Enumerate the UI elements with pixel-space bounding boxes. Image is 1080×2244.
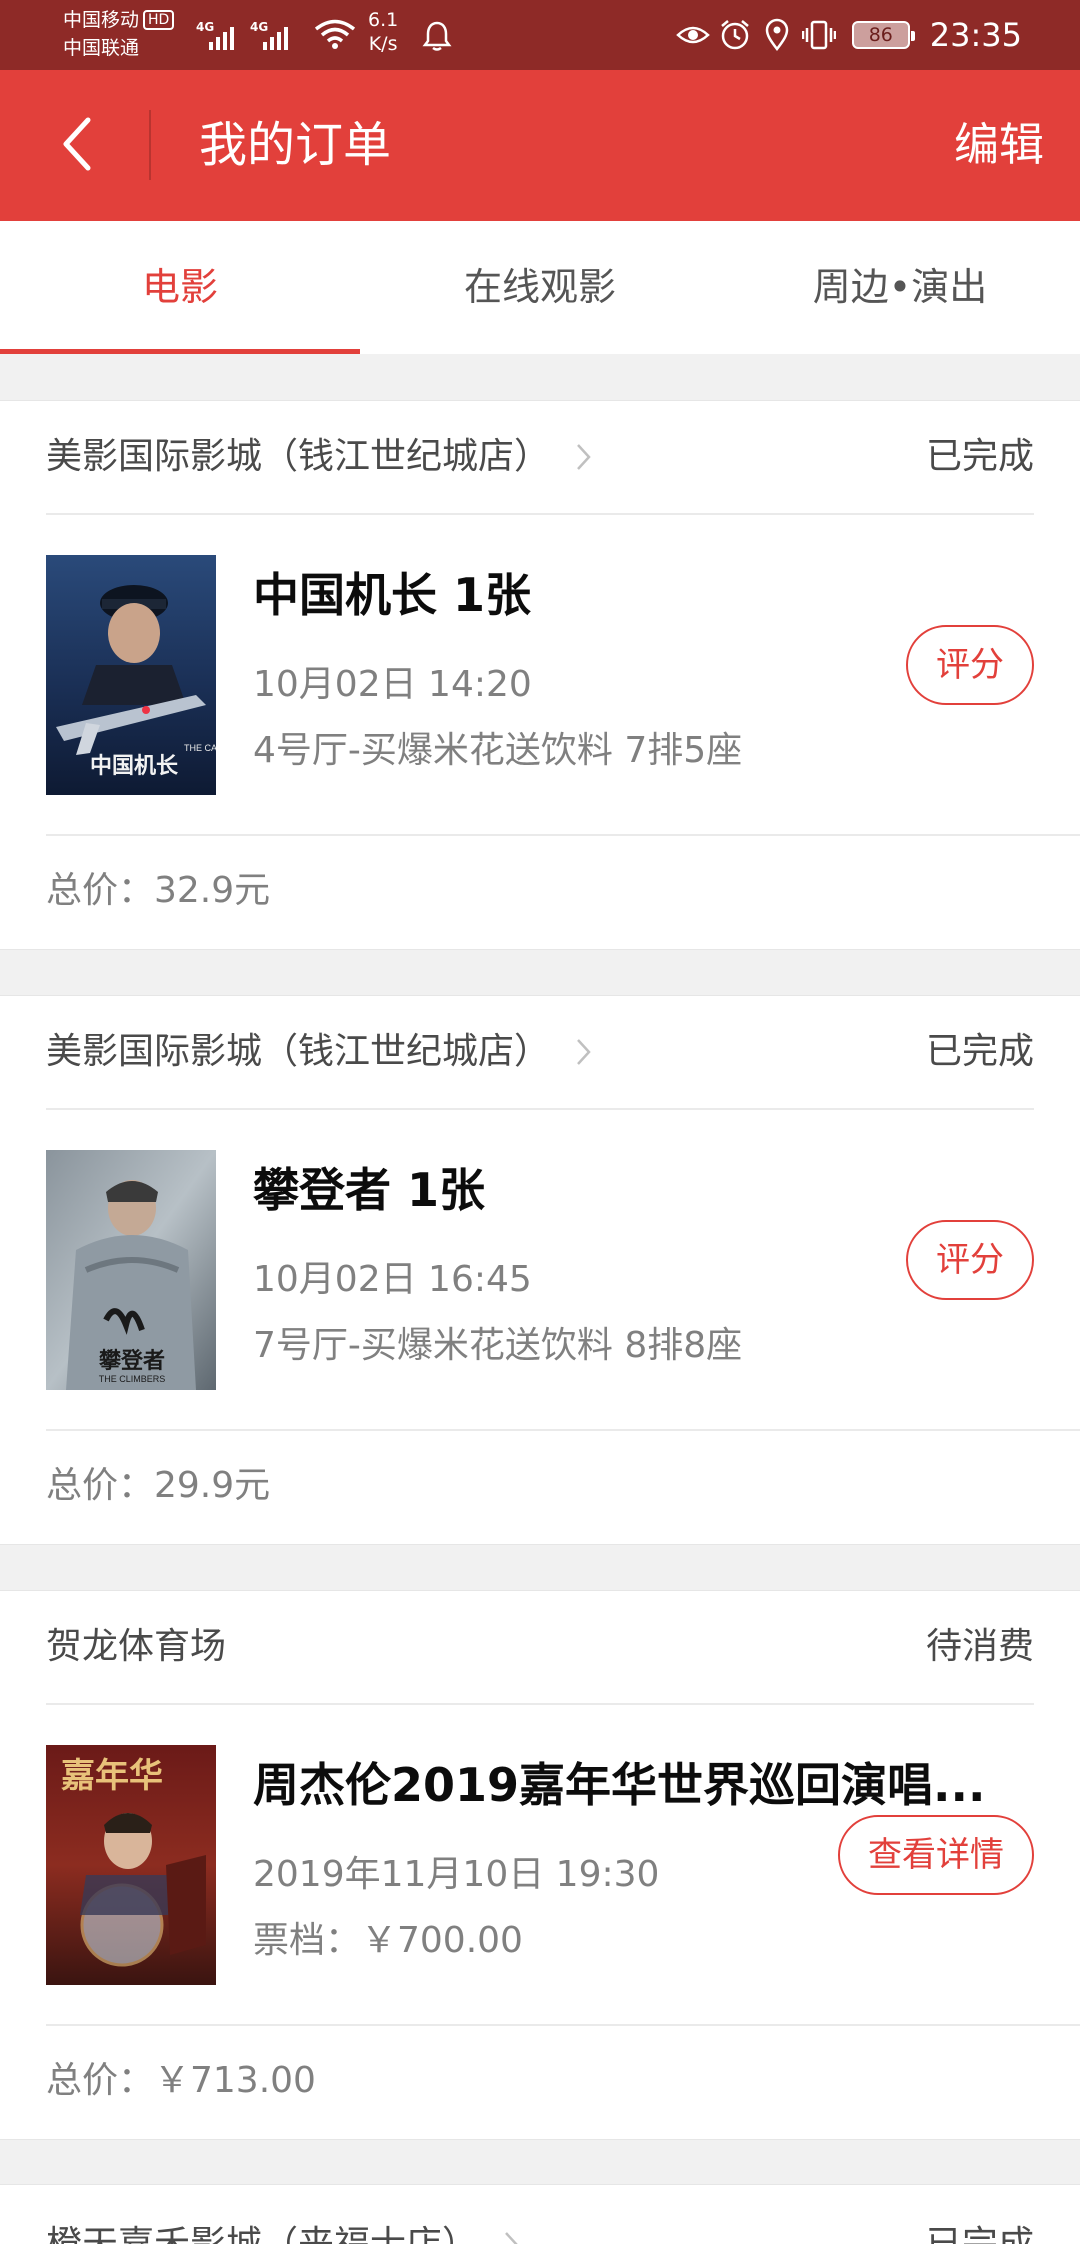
- app-header: 我的订单 编辑: [0, 70, 1080, 221]
- notification-icon: [422, 21, 452, 51]
- cinema-link[interactable]: 美影国际影城（钱江世纪城店）: [46, 429, 592, 485]
- chevron-right-icon: [577, 1039, 591, 1065]
- cinema-name: 美影国际影城（钱江世纪城店）: [46, 1031, 551, 1072]
- seat-info: 7号厅-买爆米花送饮料 8排8座: [253, 1325, 743, 1366]
- poster-title-cn: 攀登者: [98, 1349, 165, 1374]
- order-header: 美影国际影城（钱江世纪城店） 已完成: [46, 996, 1034, 1110]
- chevron-left-icon: [63, 117, 91, 171]
- divider: [46, 2024, 1080, 2026]
- cinema-link[interactable]: 美影国际影城（钱江世纪城店）: [46, 1024, 592, 1080]
- chevron-right-icon: [505, 2232, 518, 2244]
- battery-icon: 86: [851, 21, 915, 49]
- order-title[interactable]: 周杰伦2019嘉年华世界巡回演唱...: [253, 1753, 985, 1817]
- cinema-link[interactable]: 橙天嘉禾影城（来福士店）: [46, 2217, 520, 2244]
- venue-name: 贺龙体育场: [46, 1626, 227, 1667]
- tab-movie[interactable]: 电影: [0, 221, 360, 354]
- alarm-icon: [720, 20, 749, 50]
- order-header: 美影国际影城（钱江世纪城店） 已完成: [46, 401, 1034, 515]
- carrier-info: 中国移动 HD 中国联通: [63, 6, 175, 62]
- status-bar: 中国移动 HD 中国联通 4G 4G 6.1 K/s 86 23:35: [0, 0, 1080, 70]
- order-card[interactable]: 橙天嘉禾影城（来福士店） 已完成: [0, 2184, 1080, 2244]
- order-status: 已完成: [925, 436, 1034, 477]
- total-price: 总价：29.9元: [46, 1465, 271, 1506]
- eye-icon: [675, 26, 710, 44]
- poster-image: 嘉年华: [46, 1745, 216, 1985]
- view-details-button[interactable]: 查看详情: [838, 1815, 1034, 1895]
- network-speed: 6.1 K/s: [368, 8, 398, 56]
- clock: 23:35: [929, 16, 1022, 54]
- showtime: 10月02日 16:45: [253, 1259, 532, 1300]
- speed-unit: K/s: [368, 33, 398, 55]
- divider: [46, 834, 1080, 836]
- poster-image: THE CAPTAIN 中国机长: [46, 555, 216, 795]
- order-title[interactable]: 攀登者 1张: [253, 1158, 485, 1222]
- signal-icon: 4G: [250, 20, 288, 54]
- wifi-icon: [314, 19, 356, 49]
- order-header: 贺龙体育场 待消费: [46, 1591, 1034, 1705]
- tab-online-viewing[interactable]: 在线观影: [360, 221, 720, 354]
- movie-poster[interactable]: 攀登者 THE CLIMBERS: [46, 1150, 216, 1390]
- poster-image: 攀登者 THE CLIMBERS: [46, 1150, 216, 1390]
- total-price: 总价：32.9元: [46, 870, 271, 911]
- signal-icon: 4G: [196, 20, 234, 54]
- signal-icons: 4G 4G: [196, 14, 288, 54]
- carrier-1: 中国移动: [63, 9, 140, 31]
- header-divider: [149, 110, 151, 180]
- poster-title-en: THE CAPTAIN: [184, 743, 216, 753]
- order-status: 待消费: [925, 1626, 1034, 1667]
- vibrate-icon: [801, 20, 836, 50]
- ticket-tier: 票档：￥700.00: [253, 1920, 523, 1961]
- cinema-name: 橙天嘉禾影城（来福士店）: [46, 2217, 478, 2244]
- order-status: 已完成: [925, 1031, 1034, 1072]
- edit-button[interactable]: 编辑: [954, 116, 1044, 174]
- speed-value: 6.1: [368, 9, 399, 31]
- order-card[interactable]: 美影国际影城（钱江世纪城店） 已完成 攀登者 THE CLIMBERS 攀登者 …: [0, 995, 1080, 1545]
- page-title: 我的订单: [199, 117, 392, 173]
- movie-poster[interactable]: THE CAPTAIN 中国机长: [46, 555, 216, 795]
- rate-button[interactable]: 评分: [906, 625, 1034, 705]
- divider: [46, 1429, 1080, 1431]
- cinema-name: 美影国际影城（钱江世纪城店）: [46, 436, 551, 477]
- poster-title-cn: 中国机长: [90, 754, 179, 779]
- tab-merch-shows[interactable]: 周边•演出: [720, 221, 1080, 354]
- seat-info: 4号厅-买爆米花送饮料 7排5座: [253, 730, 743, 771]
- chevron-right-icon: [577, 444, 591, 470]
- showtime: 2019年11月10日 19:30: [253, 1854, 660, 1895]
- order-title[interactable]: 中国机长 1张: [253, 563, 531, 627]
- poster-title-en: THE CLIMBERS: [99, 1374, 166, 1384]
- hd-badge: HD: [143, 10, 175, 30]
- order-status: 已完成: [926, 2217, 1034, 2244]
- order-header: 橙天嘉禾影城（来福士店） 已完成: [46, 2185, 1034, 2244]
- total-price: 总价：￥713.00: [46, 2060, 316, 2101]
- status-right: 86 23:35: [675, 0, 1080, 70]
- back-button[interactable]: [48, 108, 104, 180]
- poster-title-cn: 嘉年华: [61, 1756, 163, 1796]
- showtime: 10月02日 14:20: [253, 664, 532, 705]
- concert-poster[interactable]: 嘉年华: [46, 1745, 216, 1985]
- order-card[interactable]: 贺龙体育场 待消费 嘉年华 周杰伦2019嘉年华世界巡回演唱... 2019年1…: [0, 1590, 1080, 2140]
- rate-button[interactable]: 评分: [906, 1220, 1034, 1300]
- location-icon: [765, 18, 789, 52]
- order-card[interactable]: 美影国际影城（钱江世纪城店） 已完成 THE CAPTAIN 中国机长 中国机长…: [0, 400, 1080, 950]
- tab-bar: 电影 在线观影 周边•演出: [0, 221, 1080, 354]
- carrier-2: 中国联通: [63, 37, 140, 59]
